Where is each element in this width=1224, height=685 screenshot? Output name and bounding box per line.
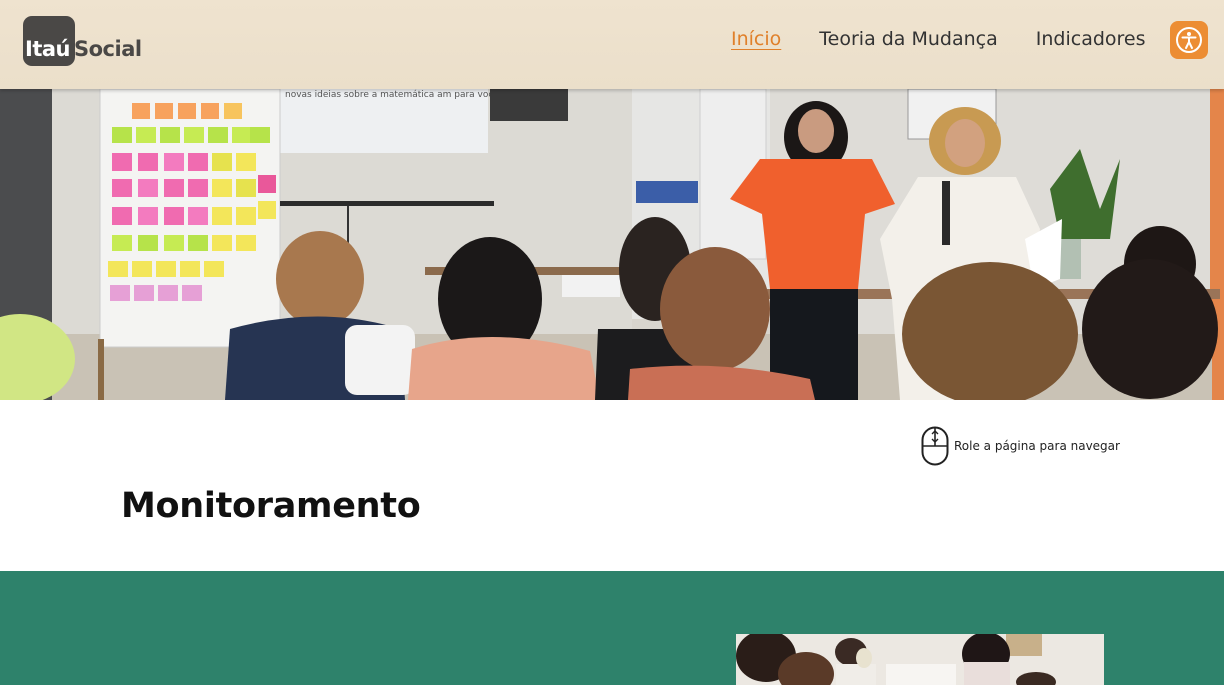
classroom-photo-illustration bbox=[736, 634, 1104, 685]
screen-text: novas ideias sobre a matemática am para … bbox=[285, 89, 504, 100]
mouse-scroll-icon bbox=[921, 426, 949, 466]
logo-brand-text: Itaú bbox=[25, 37, 70, 61]
main-nav: Início Teoria da Mudança Indicadores bbox=[731, 28, 1184, 50]
hero-photo: novas ideias sobre a matemática am para … bbox=[0, 89, 1224, 400]
nav-link-inicio[interactable]: Início bbox=[731, 28, 781, 50]
nav-link-teoria-da-mudanca[interactable]: Teoria da Mudança bbox=[819, 28, 997, 50]
scroll-hint: Role a página para navegar bbox=[921, 426, 1120, 466]
workshop-photo-illustration: novas ideias sobre a matemática am para … bbox=[0, 89, 1224, 400]
logo-mark: Itaú bbox=[23, 16, 75, 66]
nav-link-indicadores[interactable]: Indicadores bbox=[1036, 28, 1146, 50]
accessibility-person-icon bbox=[1176, 27, 1202, 53]
logo-social-text: Social bbox=[74, 37, 142, 61]
itau-social-logo[interactable]: Itaú Social bbox=[23, 16, 142, 66]
green-section bbox=[0, 571, 1224, 685]
site-header: Itaú Social Início Teoria da Mudança Ind… bbox=[0, 0, 1224, 89]
scroll-hint-label: Role a página para navegar bbox=[954, 439, 1120, 453]
accessibility-button[interactable] bbox=[1170, 21, 1208, 59]
page-title: Monitoramento bbox=[121, 486, 421, 526]
classroom-photo bbox=[736, 634, 1104, 685]
